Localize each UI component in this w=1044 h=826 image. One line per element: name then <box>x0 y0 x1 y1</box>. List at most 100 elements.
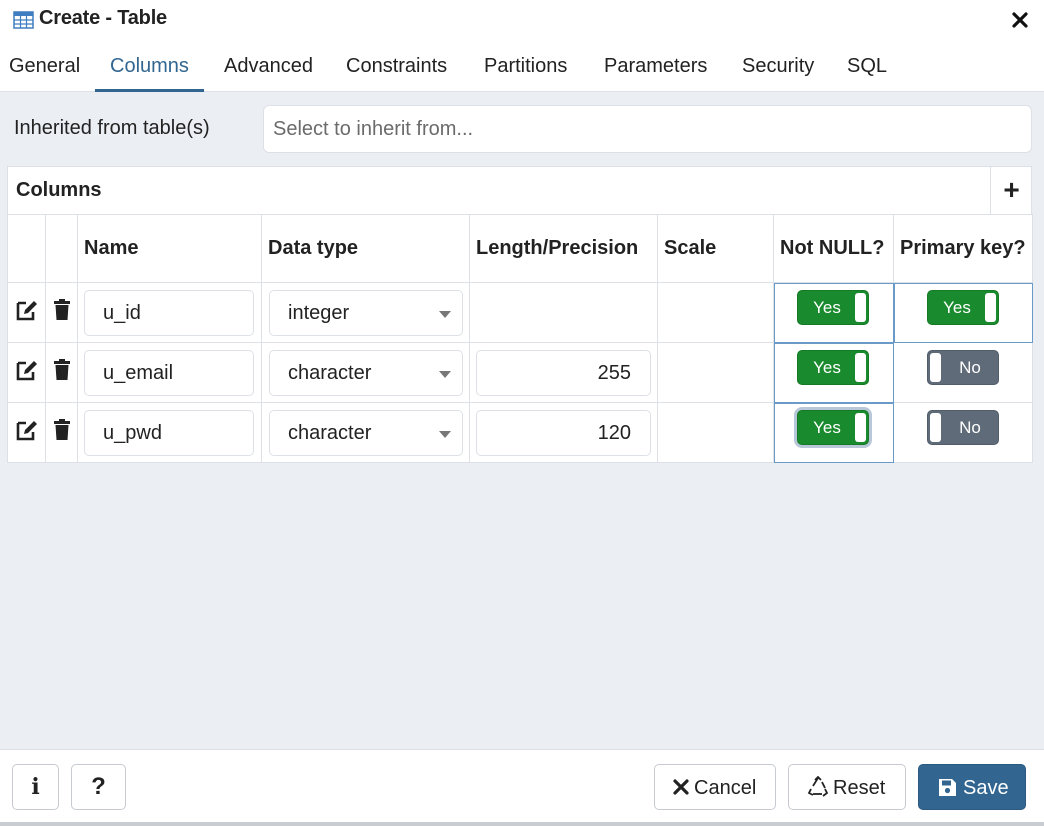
data-type-select[interactable]: integer <box>269 290 463 336</box>
floppy-disk-icon <box>939 779 956 796</box>
bottom-strip <box>0 822 1044 826</box>
toggle-label: Yes <box>813 418 841 437</box>
toggle-knob <box>930 353 941 382</box>
toggle-knob <box>855 293 866 322</box>
data-type-cell: character <box>261 402 470 463</box>
column-name-input[interactable]: u_email <box>84 350 254 396</box>
trash-icon[interactable] <box>53 419 71 441</box>
header-primary-key: Primary key? <box>893 214 1033 283</box>
edit-cell <box>7 342 46 403</box>
table-row: u_email character 255 Yes No <box>7 342 1033 403</box>
reset-label: Reset <box>833 777 886 799</box>
edit-icon[interactable] <box>15 299 39 321</box>
recycle-icon <box>807 776 829 797</box>
data-type-cell: integer <box>261 282 470 343</box>
primary-key-toggle[interactable]: Yes <box>927 290 999 325</box>
toggle-knob <box>930 413 941 442</box>
dialog-titlebar: Create - Table <box>0 0 1044 40</box>
data-type-select[interactable]: character <box>269 410 463 456</box>
length-cell: 120 <box>469 402 658 463</box>
length-input[interactable]: 255 <box>476 350 651 396</box>
not-null-toggle[interactable]: Yes <box>797 350 869 385</box>
edit-cell <box>7 282 46 343</box>
length-cell[interactable] <box>469 282 658 343</box>
header-not-null: Not NULL? <box>773 214 894 283</box>
save-button[interactable]: Save <box>918 764 1026 810</box>
length-cell: 255 <box>469 342 658 403</box>
toggle-label: Yes <box>813 358 841 377</box>
tab-security[interactable]: Security <box>742 55 814 92</box>
tab-columns[interactable]: Columns <box>95 55 204 92</box>
primary-key-cell: Yes <box>893 282 1033 343</box>
cancel-button[interactable]: Cancel <box>654 764 776 810</box>
header-scale: Scale <box>657 214 774 283</box>
reset-button[interactable]: Reset <box>788 764 906 810</box>
primary-key-toggle[interactable]: No <box>927 410 999 445</box>
column-name-input[interactable]: u_pwd <box>84 410 254 456</box>
plus-icon: + <box>1003 174 1020 205</box>
dialog-footer: i ? Cancel Reset Save <box>0 749 1044 822</box>
data-type-value: integer <box>288 302 350 324</box>
primary-key-cell: No <box>893 402 1033 463</box>
header-edit <box>7 214 46 283</box>
data-type-value: character <box>288 422 372 444</box>
dialog-title: Create - Table <box>39 7 167 29</box>
edit-icon[interactable] <box>15 359 39 381</box>
info-button[interactable]: i <box>12 764 59 810</box>
tab-general[interactable]: General <box>9 55 80 92</box>
trash-icon[interactable] <box>53 359 71 381</box>
trash-icon[interactable] <box>53 299 71 321</box>
tab-sql[interactable]: SQL <box>847 55 887 92</box>
primary-key-cell: No <box>893 342 1033 403</box>
inherit-select[interactable]: Select to inherit from... <box>263 105 1032 153</box>
data-type-value: character <box>288 362 372 384</box>
not-null-cell: Yes <box>773 402 894 463</box>
table-row: u_pwd character 120 Yes No <box>7 402 1033 463</box>
info-icon: i <box>31 774 40 800</box>
table-header-row: Name Data type Length/Precision Scale No… <box>7 214 1033 283</box>
chevron-down-icon <box>439 431 451 438</box>
help-icon: ? <box>91 773 106 800</box>
not-null-cell: Yes <box>773 282 894 343</box>
columns-table: Name Data type Length/Precision Scale No… <box>7 214 1033 463</box>
columns-grid-header: Columns + <box>7 166 1032 214</box>
data-type-select[interactable]: character <box>269 350 463 396</box>
close-button[interactable] <box>1006 6 1034 34</box>
scale-cell[interactable] <box>657 402 774 463</box>
scale-cell[interactable] <box>657 282 774 343</box>
not-null-toggle[interactable]: Yes <box>797 410 869 445</box>
length-input[interactable]: 120 <box>476 410 651 456</box>
help-button[interactable]: ? <box>71 764 126 810</box>
toggle-label: No <box>959 358 981 377</box>
delete-cell <box>45 342 78 403</box>
scale-cell[interactable] <box>657 342 774 403</box>
delete-cell <box>45 282 78 343</box>
tab-partitions[interactable]: Partitions <box>484 55 567 92</box>
edit-icon[interactable] <box>15 419 39 441</box>
toggle-label: Yes <box>813 298 841 317</box>
toggle-label: Yes <box>943 298 971 317</box>
add-column-button[interactable]: + <box>990 167 1032 214</box>
close-icon <box>1012 12 1028 28</box>
header-delete <box>45 214 78 283</box>
name-cell: u_email <box>77 342 262 403</box>
column-name-input[interactable]: u_id <box>84 290 254 336</box>
delete-cell <box>45 402 78 463</box>
toggle-knob <box>855 353 866 382</box>
header-length: Length/Precision <box>469 214 658 283</box>
edit-cell <box>7 402 46 463</box>
name-cell: u_id <box>77 282 262 343</box>
table-row: u_id integer Yes Yes <box>7 282 1033 343</box>
x-icon <box>673 779 689 795</box>
toggle-label: No <box>959 418 981 437</box>
primary-key-toggle[interactable]: No <box>927 350 999 385</box>
header-name: Name <box>77 214 262 283</box>
tab-advanced[interactable]: Advanced <box>224 55 313 92</box>
name-cell: u_pwd <box>77 402 262 463</box>
columns-grid-title: Columns <box>16 179 102 201</box>
tab-constraints[interactable]: Constraints <box>346 55 447 92</box>
table-icon <box>13 11 34 29</box>
not-null-toggle[interactable]: Yes <box>797 290 869 325</box>
tab-parameters[interactable]: Parameters <box>604 55 707 92</box>
header-data-type: Data type <box>261 214 470 283</box>
